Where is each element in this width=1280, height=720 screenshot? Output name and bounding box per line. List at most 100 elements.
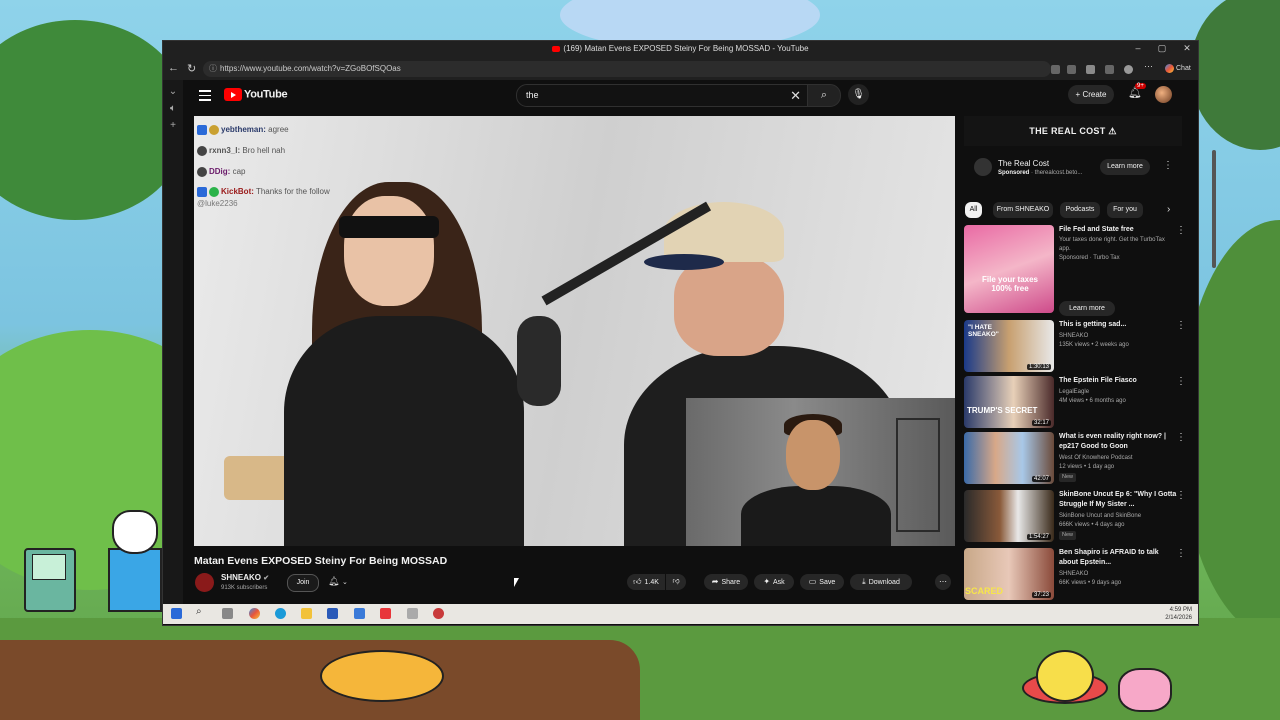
woman-figure	[284, 316, 524, 546]
recommendation-title[interactable]: File Fed and State free	[1059, 225, 1177, 235]
video-player[interactable]: yebtheman: agree rxnn3_l: Bro hell nah D…	[194, 116, 955, 546]
taskbar: ⌕ 4:59 PM 2/14/2026	[163, 604, 1198, 624]
app-icon[interactable]	[407, 608, 418, 619]
extension-icon[interactable]	[1086, 65, 1095, 74]
sidebar-scrollbar[interactable]	[1212, 150, 1216, 268]
url-field[interactable]: ⓘ https://www.youtube.com/watch?v=ZGoBOf…	[203, 61, 1051, 77]
share-button[interactable]: ➦ Share	[704, 574, 748, 590]
system-clock[interactable]: 4:59 PM 2/14/2026	[1165, 606, 1192, 622]
add-tab-icon[interactable]: +	[163, 120, 183, 131]
join-button[interactable]: Join	[287, 574, 319, 592]
copilot-chat-button[interactable]: Chat	[1161, 62, 1195, 76]
recommendation-title[interactable]: This is getting sad...	[1059, 320, 1177, 330]
item-menu-icon[interactable]: ⋮	[1176, 320, 1186, 331]
ad-learn-more-button[interactable]: Learn more	[1100, 159, 1150, 175]
chip-podcasts[interactable]: Podcasts	[1060, 202, 1100, 218]
item-menu-icon[interactable]: ⋮	[1176, 490, 1186, 501]
item-menu-icon[interactable]: ⋮	[1176, 548, 1186, 559]
chevron-right-icon[interactable]: ›	[1167, 204, 1170, 215]
file-explorer-icon[interactable]	[301, 608, 312, 619]
app-icon[interactable]	[354, 608, 365, 619]
create-button[interactable]: + Create	[1068, 85, 1114, 104]
view-stats: 135K views • 2 weeks ago	[1059, 342, 1129, 348]
video-thumbnail[interactable]: "I HATE SNEAKO" 1:30:13	[964, 320, 1054, 372]
item-menu-icon[interactable]: ⋮	[1176, 376, 1186, 387]
like-button[interactable]: 👍︎ 1.4K	[627, 574, 665, 590]
close-window-button[interactable]: ✕	[1180, 43, 1194, 54]
youtube-favicon-icon	[552, 45, 561, 52]
voice-search-button[interactable]: 🎙︎	[848, 84, 869, 105]
learn-more-button[interactable]: Learn more	[1059, 301, 1115, 316]
search-icon[interactable]: ⌕	[196, 606, 207, 617]
youtube-app-icon[interactable]	[380, 608, 391, 619]
account-avatar[interactable]	[1155, 86, 1172, 103]
video-thumbnail[interactable]: 42:07	[964, 432, 1054, 484]
recommendation-item[interactable]: 42:07 What is even reality right now? | …	[964, 432, 1194, 486]
menu-icon[interactable]	[199, 90, 211, 101]
recommendation-item[interactable]: File your taxes 100% free File Fed and S…	[964, 225, 1194, 316]
video-thumbnail[interactable]: File your taxes 100% free	[964, 225, 1054, 313]
chip-for-you[interactable]: For you	[1107, 202, 1143, 218]
chip-all[interactable]: All	[965, 202, 982, 218]
item-menu-icon[interactable]: ⋮	[1176, 225, 1186, 236]
channel-name[interactable]: SHNEAKO ✔	[221, 573, 269, 582]
recommendation-title[interactable]: SkinBone Uncut Ep 6: "Why I Gotta Strugg…	[1059, 490, 1177, 510]
recommendation-description: Your taxes done right. Get the TurboTax …	[1059, 237, 1165, 252]
app-icon[interactable]	[433, 608, 444, 619]
sparkle-icon: ✦	[763, 577, 771, 586]
store-icon[interactable]	[327, 608, 338, 619]
collections-icon[interactable]	[1105, 65, 1114, 74]
create-label: Create	[1082, 90, 1107, 99]
new-badge: New	[1059, 473, 1077, 482]
copilot-icon[interactable]	[249, 608, 260, 619]
favorite-star-icon[interactable]	[1067, 65, 1076, 74]
title-bar: (169) Matan Evens EXPOSED Steiny For Bei…	[163, 41, 1198, 58]
profile-icon[interactable]	[1124, 65, 1133, 74]
task-view-icon[interactable]	[222, 608, 233, 619]
edge-icon[interactable]	[275, 608, 286, 619]
download-button[interactable]: ⤓ Download	[850, 574, 912, 590]
ad-banner[interactable]: THE REAL COST ⚠	[964, 116, 1182, 146]
search-button[interactable]: ⌕	[807, 84, 841, 107]
more-actions-button[interactable]: ⋯	[935, 574, 951, 590]
microphone-prop	[517, 316, 561, 406]
maximize-button[interactable]: ▢	[1155, 43, 1169, 54]
minimize-button[interactable]: –	[1131, 43, 1145, 53]
recommendation-item[interactable]: 1:54:27 SkinBone Uncut Ep 6: "Why I Gott…	[964, 490, 1194, 544]
clear-search-icon[interactable]: ✕	[790, 85, 801, 106]
site-info-icon[interactable]: ⓘ	[209, 61, 217, 77]
video-duration: 37:23	[1031, 592, 1051, 598]
chip-from-shneako[interactable]: From SHNEAKO	[993, 202, 1053, 218]
recommendation-item[interactable]: TRUMP'S SECRET 32:17 The Epstein File Fi…	[964, 376, 1194, 430]
start-icon[interactable]	[171, 608, 182, 619]
search-input[interactable]: the ✕	[516, 84, 808, 107]
reload-icon[interactable]: ↻	[187, 62, 196, 75]
recommendation-item[interactable]: "I HATE SNEAKO" 1:30:13 This is getting …	[964, 320, 1194, 374]
reading-view-icon[interactable]	[1051, 65, 1060, 74]
video-title: Matan Evens EXPOSED Steiny For Being MOS…	[194, 555, 448, 567]
recommendation-title[interactable]: The Epstein File Fiasco	[1059, 376, 1177, 386]
video-thumbnail[interactable]: 1:54:27	[964, 490, 1054, 542]
ad-menu-icon[interactable]: ⋮	[1163, 160, 1173, 171]
video-duration: 42:07	[1031, 476, 1051, 482]
url-text: https://www.youtube.com/watch?v=ZGoBOfSQ…	[220, 64, 401, 73]
recommendation-item[interactable]: SCARED 37:23 Ben Shapiro is AFRAID to ta…	[964, 548, 1194, 602]
video-thumbnail[interactable]: TRUMP'S SECRET 32:17	[964, 376, 1054, 428]
ask-button[interactable]: ✦ Ask	[754, 574, 794, 590]
back-icon[interactable]: ←	[168, 62, 179, 74]
chevron-down-icon[interactable]: ⌄	[163, 86, 183, 97]
video-thumbnail[interactable]: SCARED 37:23	[964, 548, 1054, 600]
save-button[interactable]: ▭ Save	[800, 574, 844, 590]
more-menu-icon[interactable]: ⋯	[1144, 61, 1153, 71]
more-horizontal-icon: ⋯	[939, 577, 947, 586]
notification-settings-button[interactable]: 🔔︎ ⌄	[328, 576, 348, 587]
sidebar-ad[interactable]: THE REAL COST ⚠ The Real Cost Sponsored …	[964, 116, 1182, 188]
speaker-icon[interactable]: 🔈︎	[163, 103, 183, 114]
channel-avatar[interactable]	[195, 573, 214, 592]
youtube-logo[interactable]: YouTube	[224, 88, 288, 102]
item-menu-icon[interactable]: ⋮	[1176, 432, 1186, 443]
chat-text: cap	[232, 167, 246, 176]
dislike-button[interactable]: 👎︎	[666, 574, 686, 590]
recommendation-title[interactable]: Ben Shapiro is AFRAID to talk about Epst…	[1059, 548, 1177, 568]
recommendation-title[interactable]: What is even reality right now? | ep217 …	[1059, 432, 1177, 452]
